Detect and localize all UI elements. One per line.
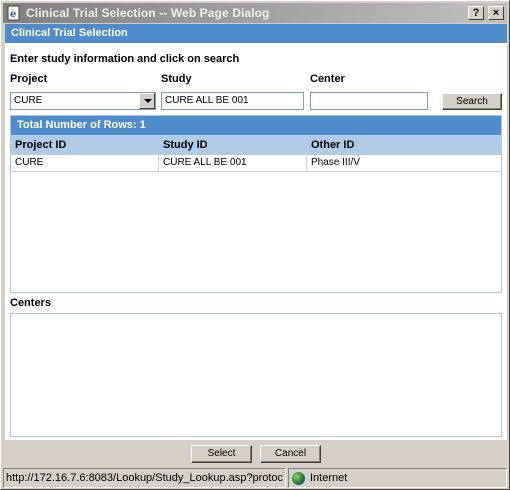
- page-title: Clinical Trial Selection: [5, 24, 507, 43]
- dialog-window: e Clinical Trial Selection -- Web Page D…: [0, 0, 510, 490]
- chevron-down-icon[interactable]: [139, 93, 155, 109]
- svg-text:e: e: [10, 9, 16, 20]
- table-row[interactable]: CURE CURE ALL BE 001 Phase III/V: [11, 155, 501, 172]
- instruction-text: Enter study information and click on sea…: [10, 53, 240, 65]
- project-select-value: CURE: [14, 95, 43, 106]
- select-button[interactable]: Select: [191, 445, 252, 463]
- row-count: Total Number of Rows: 1: [11, 116, 501, 135]
- zone-label: Internet: [310, 472, 348, 484]
- security-zone: Internet: [288, 468, 507, 488]
- help-button[interactable]: ?: [468, 6, 484, 20]
- window-title: Clinical Trial Selection -- Web Page Dia…: [26, 6, 270, 20]
- study-label: Study: [161, 73, 192, 85]
- column-header-study-id[interactable]: Study ID: [159, 135, 307, 155]
- search-button[interactable]: Search: [442, 93, 502, 110]
- cell-study-id: CURE ALL BE 001: [159, 155, 307, 171]
- status-bar: http://172.16.7.6:8083/Lookup/Study_Look…: [3, 468, 507, 488]
- title-bar[interactable]: e Clinical Trial Selection -- Web Page D…: [3, 3, 507, 23]
- center-label: Center: [310, 73, 345, 85]
- status-url: http://172.16.7.6:8083/Lookup/Study_Look…: [3, 468, 286, 488]
- grid-header: Project ID Study ID Other ID: [11, 135, 501, 155]
- cell-other-id: Phase III/V: [311, 157, 360, 168]
- dialog-content: Clinical Trial Selection Enter study inf…: [5, 24, 507, 440]
- center-input[interactable]: [310, 92, 428, 110]
- study-input[interactable]: CURE ALL BE 001: [161, 92, 304, 110]
- project-label: Project: [10, 73, 48, 85]
- column-header-project-id[interactable]: Project ID: [11, 135, 159, 155]
- cancel-button[interactable]: Cancel: [260, 445, 321, 463]
- centers-label: Centers: [10, 297, 51, 309]
- cell-project-id: CURE: [11, 155, 159, 171]
- column-header-other-id[interactable]: Other ID: [307, 135, 501, 155]
- centers-list[interactable]: [10, 313, 502, 437]
- project-select[interactable]: CURE: [10, 92, 156, 110]
- close-button[interactable]: ×: [488, 6, 504, 20]
- results-grid: Total Number of Rows: 1 Project ID Study…: [10, 115, 502, 293]
- ie-page-icon: e: [6, 5, 22, 21]
- globe-icon: [292, 471, 305, 485]
